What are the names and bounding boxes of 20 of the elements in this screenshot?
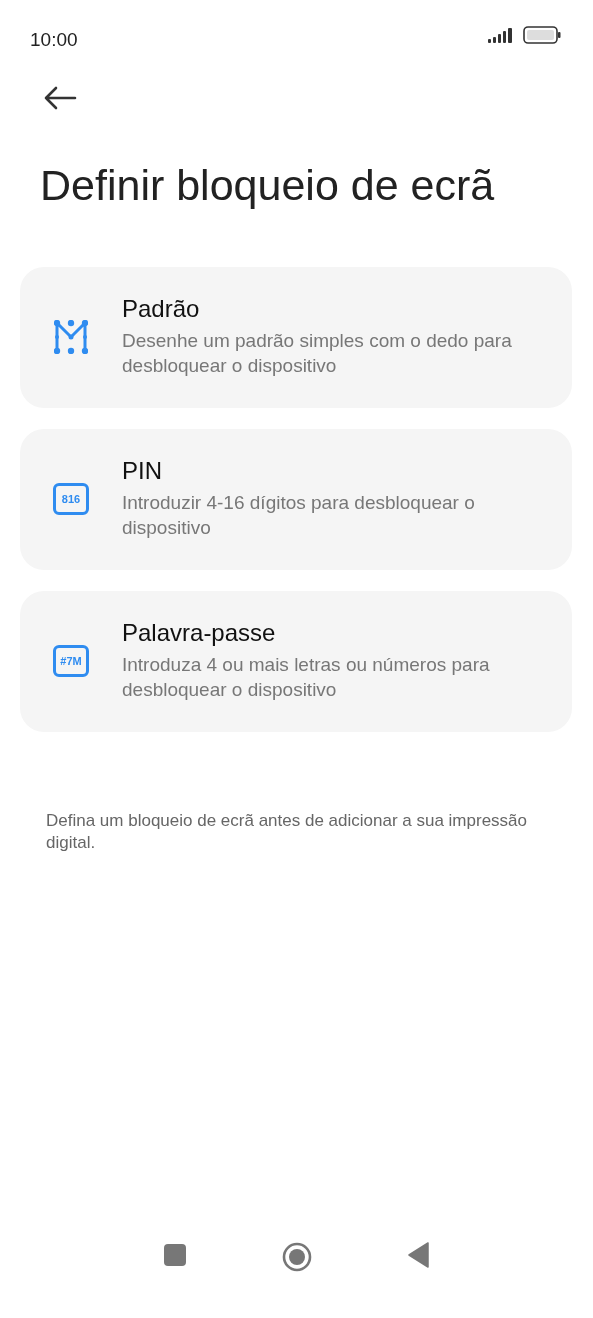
page-title: Definir bloqueio de ecrã: [40, 160, 496, 211]
password-icon: #7M: [53, 645, 89, 678]
pin-icon: 816: [53, 483, 89, 516]
option-description: Desenhe um padrão simples com o dedo para desbloquear o dispositivo: [122, 328, 513, 379]
option-description: Introduzir 4-16 dígitos para desbloquear o dispositivo: [122, 490, 476, 541]
footer-note: Defina um bloqueio de ecrã antes de adicionar a sua impressão digital.: [46, 809, 528, 854]
lock-option[interactable]: #7M Palavra-passe Introduza 4 ou mais letras ou números para desbloquear o dispositivo: [20, 590, 572, 732]
pattern-icon: [54, 320, 88, 355]
signal-icon: [488, 27, 515, 43]
lock-option[interactable]: 816 PIN Introduzir 4-16 dígitos para desbloquear o dispositivo: [20, 428, 572, 570]
battery-icon: [523, 26, 561, 44]
lock-option[interactable]: Padrão Desenhe um padrão simples com o dedo para desbloquear o dispositivo: [20, 266, 572, 408]
clock-time: 10:00: [30, 28, 78, 52]
recent-apps-button[interactable]: [163, 1242, 186, 1266]
option-title: Padrão: [122, 295, 201, 324]
home-button[interactable]: [281, 1242, 312, 1272]
option-title: Palavra-passe: [122, 619, 277, 648]
back-nav-button[interactable]: [407, 1242, 430, 1268]
option-description: Introduza 4 ou mais letras ou números para desbloquear o dispositivo: [122, 652, 491, 703]
option-title: PIN: [122, 457, 163, 486]
